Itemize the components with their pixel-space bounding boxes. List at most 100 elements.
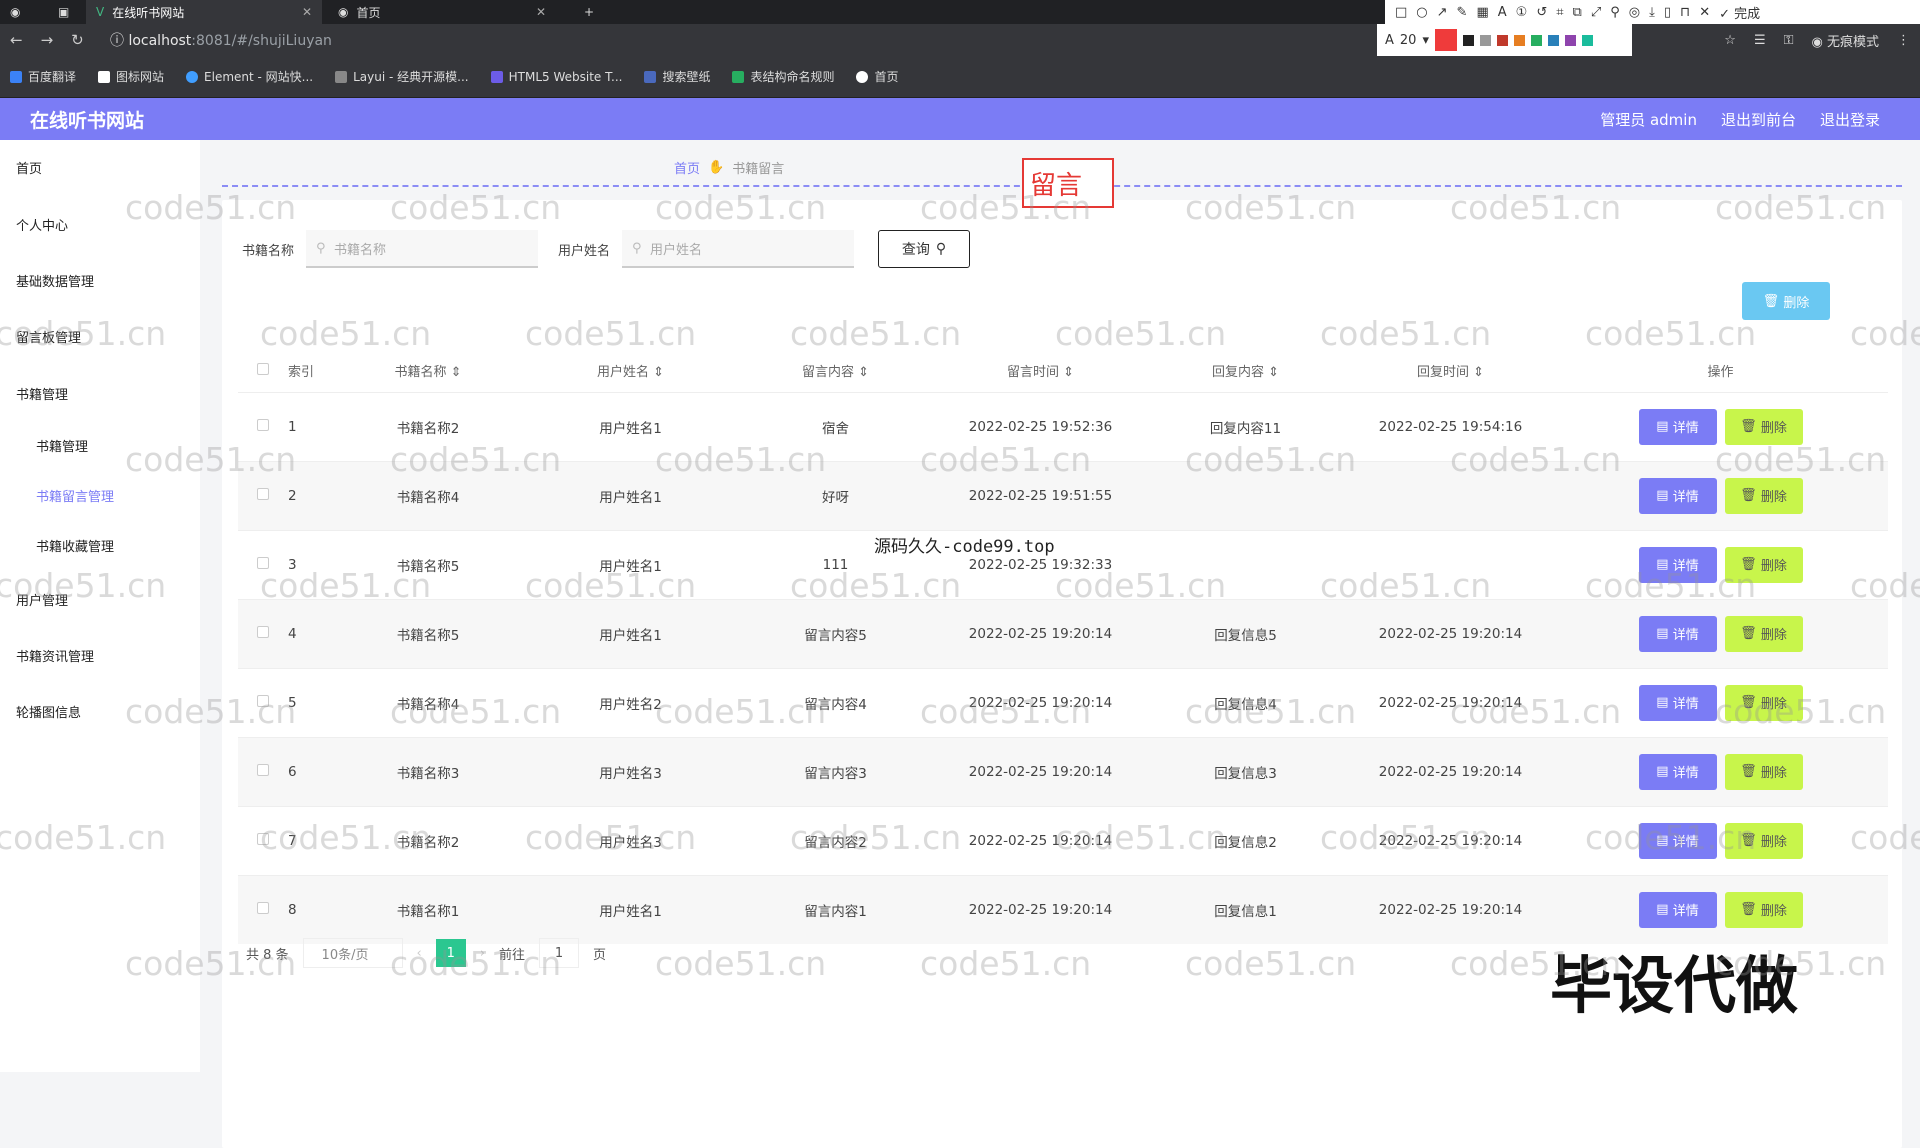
bookmark-item[interactable]: 表结构命名规则 — [732, 68, 834, 85]
record-icon[interactable]: ◎ — [1629, 5, 1640, 20]
book-name-input[interactable]: ⚲ 书籍名称 — [306, 230, 539, 268]
bookmark-item[interactable]: Layui - 经典开源模... — [335, 68, 469, 85]
back-icon[interactable]: ← — [10, 31, 23, 49]
user-name-input[interactable]: ⚲ 用户姓名 — [622, 230, 855, 268]
delete-button[interactable]: 🗑 删除 — [1724, 408, 1803, 445]
circle-tool-icon[interactable]: ○ — [1416, 5, 1427, 20]
bookmark-item[interactable]: Element - 网站快... — [186, 68, 313, 85]
number-tool-icon[interactable]: ① — [1516, 5, 1528, 20]
breadcrumb-home[interactable]: 首页 — [674, 158, 700, 177]
mosaic-tool-icon[interactable]: ▦ — [1476, 5, 1488, 20]
col-time[interactable]: 留言时间 ⇕ — [938, 350, 1143, 392]
delete-button[interactable]: 🗑 删除 — [1724, 753, 1803, 790]
sidebar-item-book-news[interactable]: 书籍资讯管理 — [16, 646, 94, 665]
sidebar-item-home[interactable]: 首页 — [16, 158, 42, 177]
bookmark-icon[interactable]: ⊓ — [1680, 5, 1690, 20]
tab-online-book[interactable]: V 在线听书网站 ✕ — [86, 0, 322, 24]
row-checkbox[interactable] — [238, 529, 288, 599]
key-icon[interactable]: ⚿ — [1784, 33, 1794, 48]
menu-icon[interactable]: ⋮ — [1897, 33, 1910, 48]
sidebar-item-carousel[interactable]: 轮播图信息 — [16, 702, 81, 721]
bookmark-item[interactable]: 搜索壁纸 — [644, 68, 710, 85]
text-tool-icon[interactable]: A — [1498, 5, 1507, 20]
sidebar-item-book-comments[interactable]: 书籍留言管理 — [36, 486, 114, 505]
logout-link[interactable]: 退出登录 — [1820, 109, 1880, 130]
font-size-select[interactable]: 20 — [1400, 33, 1417, 48]
rectangle-tool-icon[interactable]: □ — [1395, 5, 1407, 20]
color-swatch[interactable] — [1462, 34, 1474, 46]
row-checkbox[interactable] — [238, 805, 288, 875]
sidebar-item-book-manage[interactable]: 书籍管理 — [36, 436, 88, 455]
sidebar-item-profile[interactable]: 个人中心 — [16, 215, 68, 234]
scale-icon[interactable]: ⤢ — [1591, 5, 1601, 20]
col-reply[interactable]: 回复内容 ⇕ — [1143, 350, 1348, 392]
bulk-delete-button[interactable]: 🗑 删除 — [1742, 282, 1830, 320]
select-all-checkbox[interactable] — [238, 350, 288, 392]
color-swatch[interactable] — [1564, 34, 1576, 46]
page-size-select[interactable]: 10条/页 — [302, 938, 403, 968]
row-checkbox[interactable] — [238, 460, 288, 530]
incognito-badge[interactable]: ◉ 无痕模式 — [1812, 31, 1880, 50]
detail-button[interactable]: ▤ 详情 — [1638, 477, 1717, 514]
delete-button[interactable]: 🗑 删除 — [1724, 546, 1803, 583]
color-swatch[interactable] — [1547, 34, 1559, 46]
reading-list-icon[interactable]: ☰ — [1754, 33, 1766, 48]
delete-button[interactable]: 🗑 删除 — [1724, 684, 1803, 721]
row-checkbox[interactable] — [238, 736, 288, 806]
detail-button[interactable]: ▤ 详情 — [1638, 408, 1717, 445]
annotation-text-box[interactable]: 留言 — [1022, 158, 1114, 208]
delete-button[interactable]: 🗑 删除 — [1724, 822, 1803, 859]
pen-tool-icon[interactable]: ✎ — [1457, 5, 1468, 20]
pin-icon[interactable]: ⚲ — [1610, 5, 1620, 20]
detail-button[interactable]: ▤ 详情 — [1638, 891, 1717, 928]
phone-icon[interactable]: ▯ — [1664, 5, 1671, 20]
page-number-current[interactable]: 1 — [435, 939, 466, 967]
row-checkbox[interactable] — [238, 667, 288, 737]
detail-button[interactable]: ▤ 详情 — [1638, 822, 1717, 859]
color-swatch[interactable] — [1513, 34, 1525, 46]
close-icon[interactable]: ✕ — [536, 5, 546, 19]
bookmark-item[interactable]: 首页 — [856, 68, 899, 85]
reload-icon[interactable]: ↻ — [71, 31, 84, 49]
close-icon[interactable]: ✕ — [302, 5, 312, 19]
undo-icon[interactable]: ↺ — [1536, 5, 1547, 20]
new-tab-button[interactable]: + — [574, 0, 604, 24]
row-checkbox[interactable] — [238, 391, 288, 461]
next-page-icon[interactable]: › — [480, 946, 485, 961]
col-content[interactable]: 留言内容 ⇕ — [733, 350, 938, 392]
row-checkbox[interactable] — [238, 598, 288, 668]
url-field[interactable]: ⓘ localhost:8081/#/shujiLiuyan — [110, 30, 332, 50]
download-icon[interactable]: ⤓ — [1649, 5, 1655, 20]
bookmark-item[interactable]: 图标网站 — [98, 68, 164, 85]
go-frontend-link[interactable]: 退出到前台 — [1721, 109, 1796, 130]
col-reply-time[interactable]: 回复时间 ⇕ — [1348, 350, 1553, 392]
detail-button[interactable]: ▤ 详情 — [1638, 684, 1717, 721]
row-checkbox[interactable] — [238, 874, 288, 944]
bookmark-item[interactable]: HTML5 Website T... — [490, 70, 622, 84]
arrow-tool-icon[interactable]: ↗ — [1437, 5, 1448, 20]
sidebar-item-books[interactable]: 书籍管理 — [16, 384, 68, 403]
cancel-icon[interactable]: ✕ — [1699, 5, 1710, 20]
current-color-swatch[interactable] — [1434, 29, 1457, 51]
sidebar-item-book-favorites[interactable]: 书籍收藏管理 — [36, 536, 114, 555]
detail-button[interactable]: ▤ 详情 — [1638, 615, 1717, 652]
crop-icon[interactable]: ⌗ — [1556, 5, 1563, 20]
col-user-name[interactable]: 用户姓名 ⇕ — [528, 350, 733, 392]
admin-user-link[interactable]: 管理员 admin — [1600, 109, 1697, 130]
bookmark-item[interactable]: 百度翻译 — [10, 68, 76, 85]
detail-button[interactable]: ▤ 详情 — [1638, 753, 1717, 790]
delete-button[interactable]: 🗑 删除 — [1724, 477, 1803, 514]
color-swatch[interactable] — [1496, 34, 1508, 46]
search-button[interactable]: 查询 ⚲ — [878, 230, 971, 268]
color-swatch[interactable] — [1581, 34, 1593, 46]
delete-button[interactable]: 🗑 删除 — [1724, 615, 1803, 652]
star-icon[interactable]: ☆ — [1724, 33, 1736, 48]
delete-button[interactable]: 🗑 删除 — [1724, 891, 1803, 928]
prev-page-icon[interactable]: ‹ — [417, 946, 422, 961]
copy-icon[interactable]: ⧉ — [1573, 5, 1582, 20]
tab-home[interactable]: ◉ 首页 ✕ — [328, 0, 556, 24]
col-book-name[interactable]: 书籍名称 ⇕ — [328, 350, 528, 392]
color-swatch[interactable] — [1479, 34, 1491, 46]
color-swatch[interactable] — [1530, 34, 1542, 46]
goto-page-input[interactable]: 1 — [538, 938, 579, 968]
